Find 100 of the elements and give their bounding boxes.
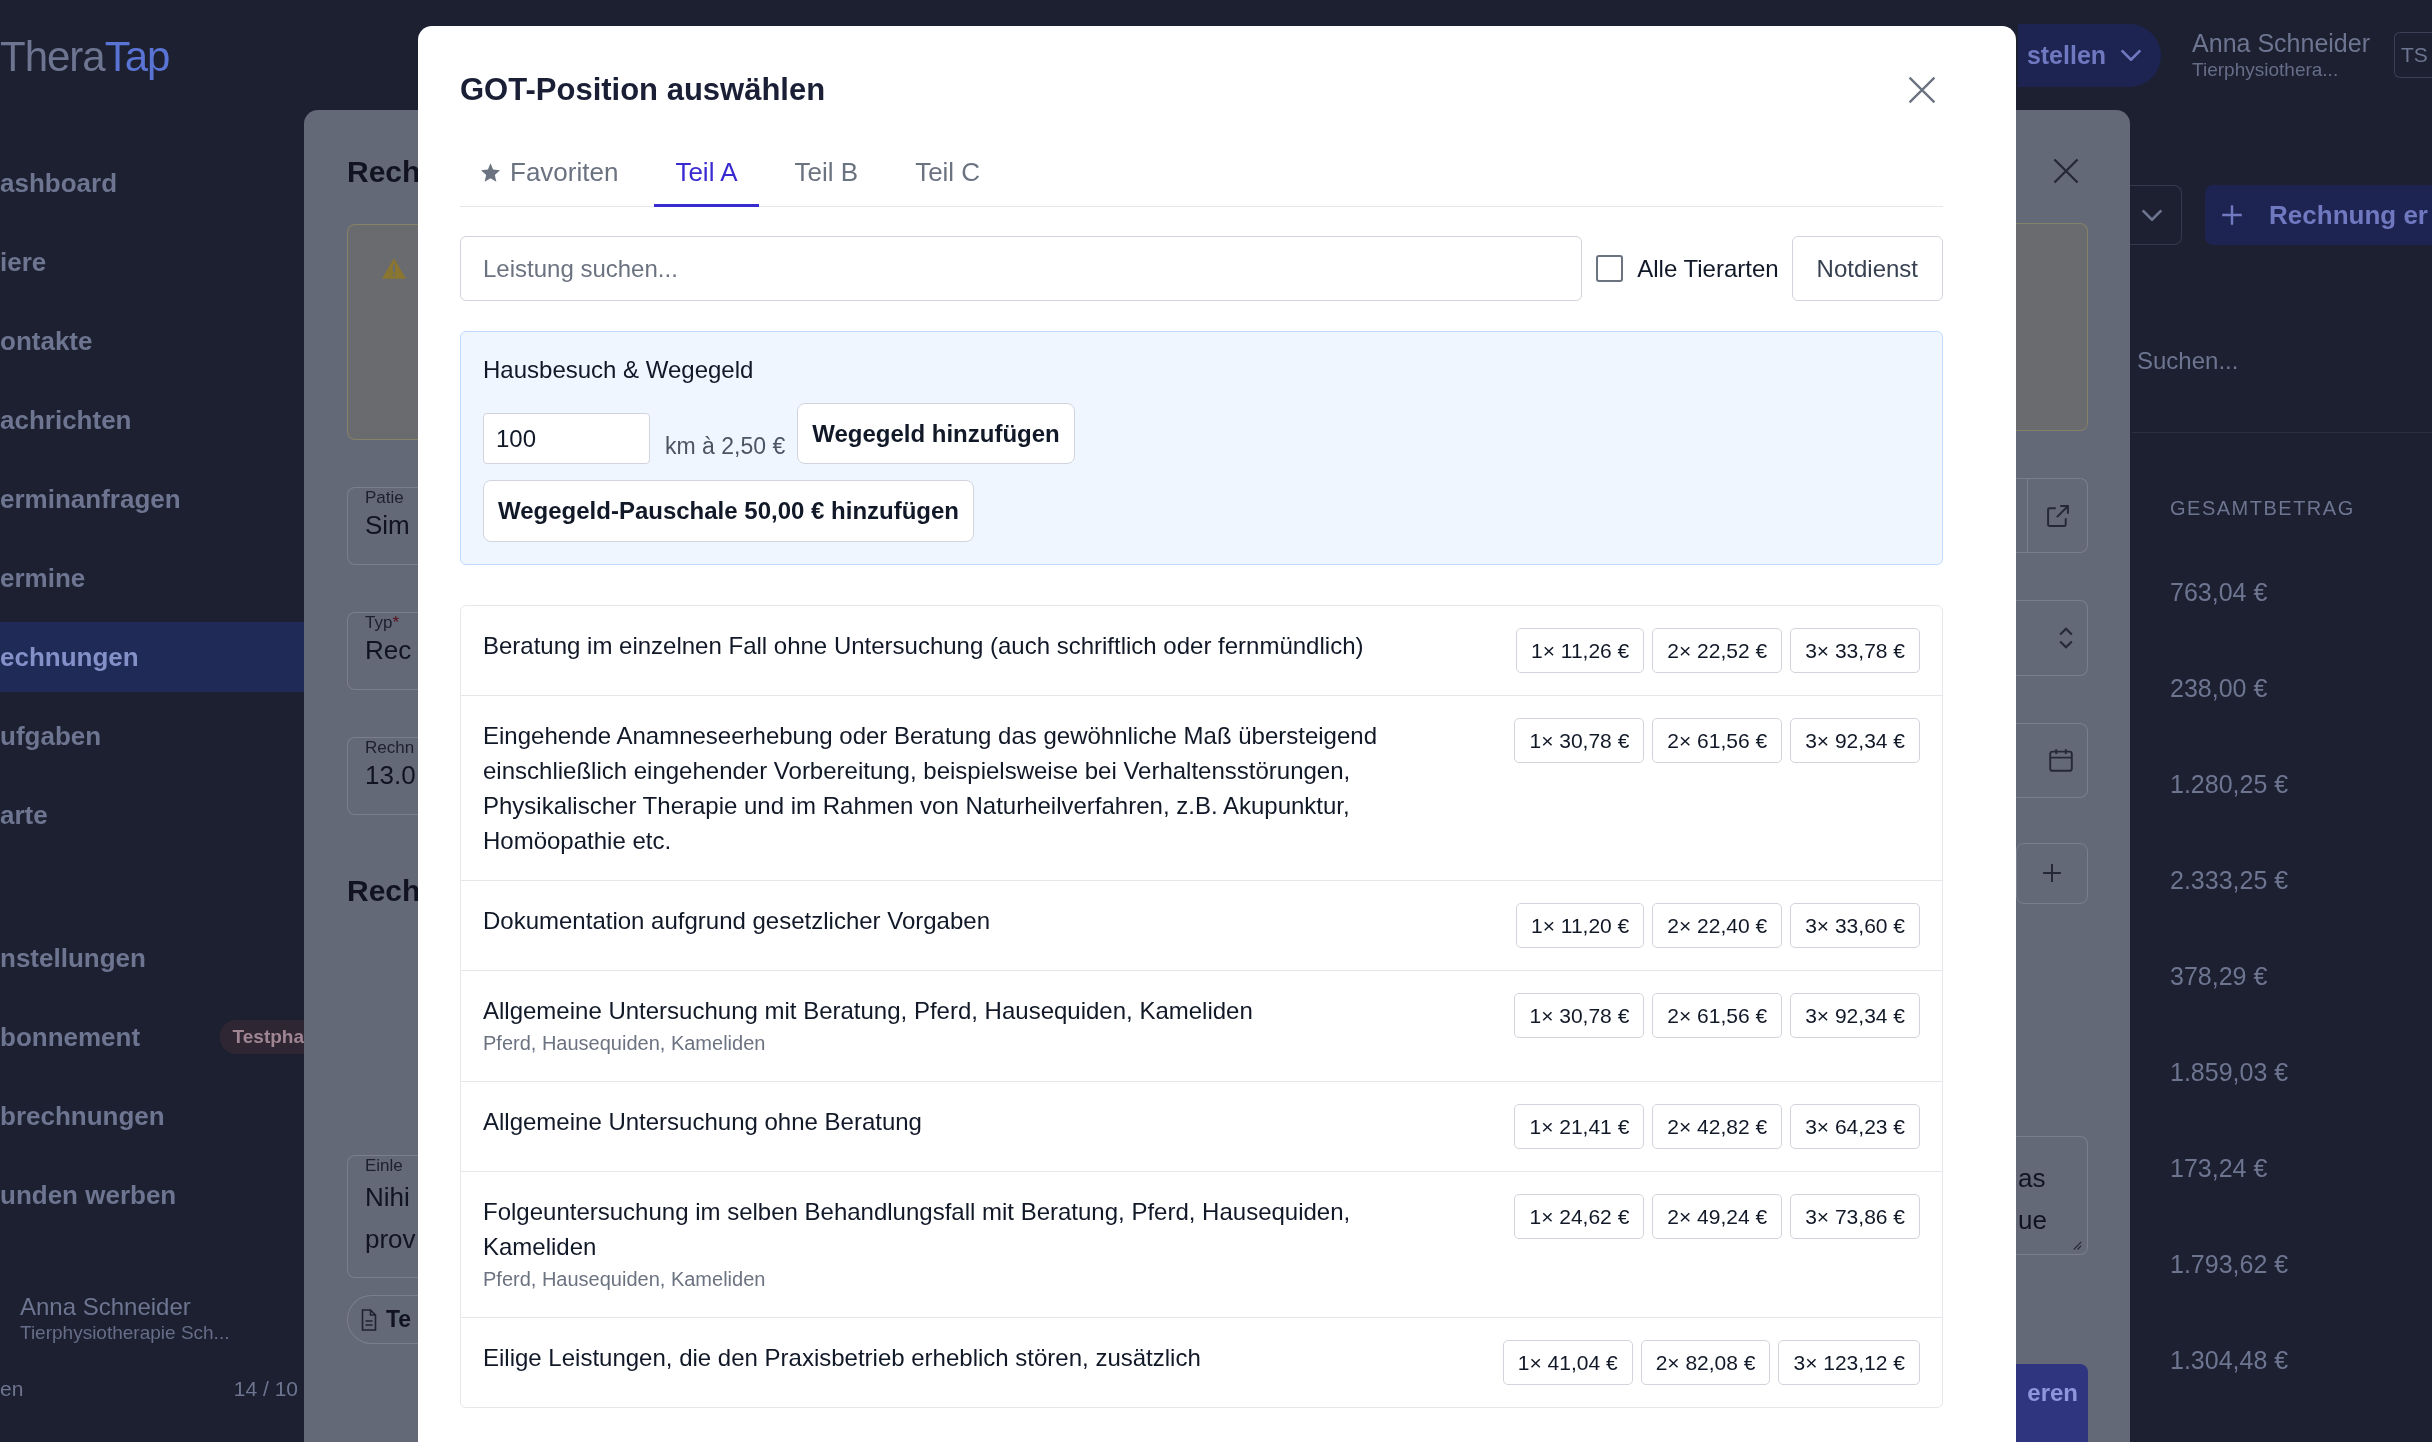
- position-description: Folgeuntersuchung im selben Behandlungsfall mit Beratung, Pferd, Hausequiden, Kameliden: [483, 1197, 1352, 1262]
- nav-item[interactable]: bonnement Testpha: [0, 1002, 304, 1072]
- dialog-title: Rech: [347, 154, 418, 190]
- position-description: Beratung im einzelnen Fall ohne Untersuchung (auch schriftlich oder fernmündlich): [483, 631, 1364, 661]
- tab[interactable]: Favoriten: [460, 138, 640, 207]
- field-label: Rechn: [365, 738, 415, 758]
- field-value: Rec: [365, 634, 412, 667]
- price-button[interactable]: 2× 22,40 €: [1652, 903, 1783, 948]
- table-cell: 238,00 €: [2170, 673, 2268, 703]
- species-note: Pferd, Hausequiden, Kameliden: [483, 1031, 766, 1056]
- add-flat-fee-button[interactable]: Wegegeld-Pauschale 50,00 € hinzufügen: [483, 480, 974, 542]
- table-cell: 378,29 €: [2170, 961, 2268, 991]
- panel-title: Hausbesuch & Wegegeld: [483, 355, 754, 385]
- emergency-button[interactable]: Notdienst: [1791, 236, 1943, 301]
- position-description: Eingehende Anamneseerhebung oder Beratung das gewöhnliche Maß übersteigend einschließlich eingehender Vorbereitung, beispielsweise bei Verhaltensstörungen, Physikalischer Therapie und im Rahmen von Naturheilverfahren, z.B. Akupunktur, Homöopathie etc.: [483, 721, 1378, 856]
- nav-item[interactable]: erminanfragen: [0, 464, 304, 534]
- table-cell: 1.793,62 €: [2170, 1249, 2289, 1279]
- price-button[interactable]: 2× 49,24 €: [1652, 1194, 1783, 1239]
- tab[interactable]: Teil A: [654, 138, 759, 207]
- price-button[interactable]: 3× 33,60 €: [1790, 903, 1920, 948]
- price-button[interactable]: 1× 30,78 €: [1514, 993, 1645, 1038]
- warning-icon: [382, 258, 406, 279]
- create-invoice-button[interactable]: Rechnung er: [2205, 185, 2432, 245]
- document-icon: [361, 1308, 377, 1331]
- price-button[interactable]: 2× 61,56 €: [1652, 718, 1783, 763]
- checkbox-label[interactable]: Alle Tierarten: [1637, 254, 1779, 283]
- tab[interactable]: Teil B: [773, 138, 880, 207]
- notes-text: Nihi: [365, 1181, 410, 1214]
- nav-item[interactable]: arte: [0, 780, 304, 850]
- price-button[interactable]: 3× 33,78 €: [1790, 628, 1920, 673]
- field-label: Patie: [365, 488, 404, 508]
- price-button[interactable]: 2× 82,08 €: [1640, 1340, 1771, 1385]
- logo: TheraTap: [0, 33, 170, 81]
- field-value: Sim: [365, 509, 410, 542]
- dialog-title: GOT-Position auswählen: [460, 71, 826, 109]
- nav-item[interactable]: nstellungen: [0, 923, 304, 993]
- table-cell: 1.304,48 €: [2170, 1345, 2289, 1375]
- price-button[interactable]: 3× 92,34 €: [1790, 718, 1920, 763]
- resize-handle-icon[interactable]: [2072, 1240, 2083, 1251]
- table-cell: 1.280,25 €: [2170, 769, 2289, 799]
- section-title: Rech: [347, 873, 418, 909]
- user-role: Tierphysiotherapie Sch...: [20, 1321, 230, 1345]
- calendar-icon: [2049, 748, 2073, 773]
- price-button[interactable]: 1× 21,41 €: [1514, 1104, 1645, 1149]
- nav-item[interactable]: ashboard: [0, 148, 304, 218]
- field-value: 13.0: [365, 759, 416, 792]
- price-button[interactable]: 3× 73,86 €: [1790, 1194, 1920, 1239]
- close-icon[interactable]: [2053, 158, 2079, 185]
- user-role: Tierphysiothera...: [2192, 58, 2339, 82]
- field-label: Einle: [365, 1156, 403, 1176]
- price-button[interactable]: 1× 41,04 €: [1502, 1340, 1633, 1385]
- notes-text: as: [2018, 1161, 2046, 1195]
- table-cell: 1.859,03 €: [2170, 1057, 2289, 1087]
- position-description: Eilige Leistungen, die den Praxisbetrieb erheblich stören, zusätzlich: [483, 1343, 1201, 1373]
- nav-item[interactable]: ufgaben: [0, 701, 304, 771]
- search-field[interactable]: Suchen...: [2132, 331, 2432, 391]
- usage-count: 14 / 10: [233, 1377, 298, 1401]
- trial-badge: Testpha: [219, 1020, 304, 1054]
- close-icon: [1908, 76, 1936, 104]
- position-description: Allgemeine Untersuchung ohne Beratung: [483, 1107, 922, 1137]
- species-note: Pferd, Hausequiden, Kameliden: [483, 1267, 766, 1292]
- nav-item[interactable]: iere: [0, 227, 304, 297]
- position-description: Allgemeine Untersuchung mit Beratung, Pferd, Hausequiden, Kameliden: [483, 996, 1253, 1026]
- create-menu-button[interactable]: stellen: [2017, 23, 2162, 87]
- table-cell: 173,24 €: [2170, 1153, 2268, 1183]
- nav-item[interactable]: echnungen: [0, 622, 304, 692]
- nav-item[interactable]: achrichten: [0, 385, 304, 455]
- nav-item[interactable]: ermine: [0, 543, 304, 613]
- search-field[interactable]: Leistung suchen...: [460, 236, 1583, 301]
- star-icon: [481, 163, 500, 182]
- price-button[interactable]: 1× 30,78 €: [1514, 718, 1645, 763]
- price-button[interactable]: 2× 61,56 €: [1652, 993, 1783, 1038]
- price-button[interactable]: 2× 42,82 €: [1652, 1104, 1783, 1149]
- distance-field[interactable]: 100: [483, 413, 650, 464]
- save-button[interactable]: eren: [2016, 1364, 2088, 1442]
- external-link-icon: [2046, 504, 2069, 527]
- footer-label: en: [0, 1377, 24, 1401]
- price-button[interactable]: 2× 22,52 €: [1652, 628, 1783, 673]
- close-button[interactable]: [1908, 76, 1936, 104]
- user-name: Anna Schneider: [20, 1293, 191, 1321]
- tab[interactable]: Teil C: [894, 138, 1002, 207]
- user-name: Anna Schneider: [2192, 28, 2370, 58]
- price-button[interactable]: 1× 11,20 €: [1516, 903, 1645, 948]
- price-button[interactable]: 1× 11,26 €: [1516, 628, 1645, 673]
- nav-item[interactable]: brechnungen: [0, 1081, 304, 1151]
- rate-text: km à 2,50 €: [665, 432, 786, 461]
- price-button[interactable]: 1× 24,62 €: [1514, 1194, 1645, 1239]
- chevron-down-icon: [2120, 49, 2143, 61]
- add-travel-button[interactable]: Wegegeld hinzufügen: [797, 403, 1075, 464]
- field-label: Typ*: [365, 613, 400, 633]
- nav-item[interactable]: ontakte: [0, 306, 304, 376]
- price-button[interactable]: 3× 92,34 €: [1790, 993, 1920, 1038]
- checkbox[interactable]: [1596, 255, 1624, 282]
- chevron-down-icon: [2140, 209, 2163, 221]
- price-button[interactable]: 3× 123,12 €: [1778, 1340, 1920, 1385]
- plus-icon: [2221, 204, 2244, 226]
- price-button[interactable]: 3× 64,23 €: [1790, 1104, 1920, 1149]
- avatar[interactable]: TS: [2394, 32, 2432, 78]
- nav-item[interactable]: unden werben: [0, 1160, 304, 1230]
- position-description: Dokumentation aufgrund gesetzlicher Vorgaben: [483, 906, 990, 936]
